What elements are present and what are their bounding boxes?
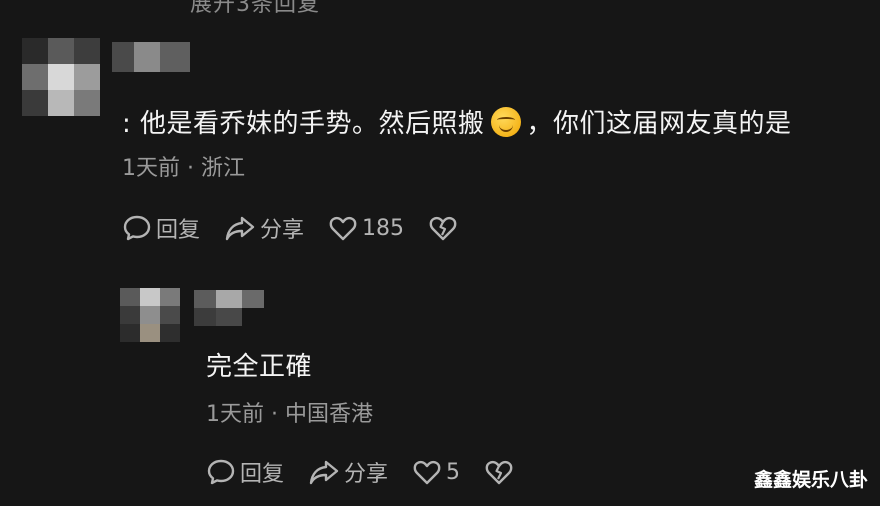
smiling-face-emoji-icon bbox=[490, 107, 521, 137]
like-button[interactable]: 5 bbox=[412, 457, 460, 487]
share-button[interactable]: 分享 bbox=[224, 212, 304, 244]
dislike-button[interactable] bbox=[484, 457, 518, 487]
like-count: 185 bbox=[362, 215, 405, 241]
share-label: 分享 bbox=[344, 462, 389, 487]
avatar[interactable] bbox=[22, 38, 102, 118]
reply-actions: 回复 分享 5 bbox=[206, 456, 542, 488]
comment-text: : 他是看乔妹的手势。然后照搬 ，你们这届网友真的是 bbox=[122, 103, 792, 140]
share-button[interactable]: 分享 bbox=[308, 456, 388, 488]
reply-text: 完全正確 bbox=[206, 352, 313, 382]
reply-username[interactable] bbox=[194, 290, 264, 326]
speech-bubble-icon bbox=[123, 215, 151, 241]
comment-text-part: ，你们这届网友真的是 bbox=[526, 109, 792, 139]
like-button[interactable]: 185 bbox=[328, 213, 404, 243]
broken-heart-icon bbox=[485, 460, 513, 485]
watermark: 鑫鑫娱乐八卦 bbox=[753, 469, 868, 491]
reply-button[interactable]: 回复 bbox=[122, 212, 200, 244]
expand-replies-link[interactable]: 展开3条回复 bbox=[190, 0, 320, 18]
share-arrow-icon bbox=[309, 460, 339, 485]
comment-meta: 1天前 · 浙江 bbox=[122, 156, 245, 181]
username[interactable] bbox=[112, 42, 192, 72]
broken-heart-icon bbox=[429, 216, 457, 241]
reply-meta: 1天前 · 中国香港 bbox=[206, 402, 373, 427]
reply-button[interactable]: 回复 bbox=[206, 456, 284, 488]
speech-bubble-icon bbox=[207, 459, 235, 485]
comment-actions: 回复 分享 185 bbox=[122, 212, 486, 244]
reply-label: 回复 bbox=[156, 218, 201, 243]
heart-icon bbox=[329, 216, 357, 241]
heart-icon bbox=[413, 460, 441, 485]
dislike-button[interactable] bbox=[428, 213, 462, 243]
reply-label: 回复 bbox=[240, 462, 285, 487]
comment-text-part: : 他是看乔妹的手势。然后照搬 bbox=[122, 109, 485, 139]
share-arrow-icon bbox=[225, 216, 255, 241]
reply-avatar[interactable] bbox=[120, 288, 180, 342]
like-count: 5 bbox=[446, 459, 461, 485]
share-label: 分享 bbox=[260, 218, 305, 243]
